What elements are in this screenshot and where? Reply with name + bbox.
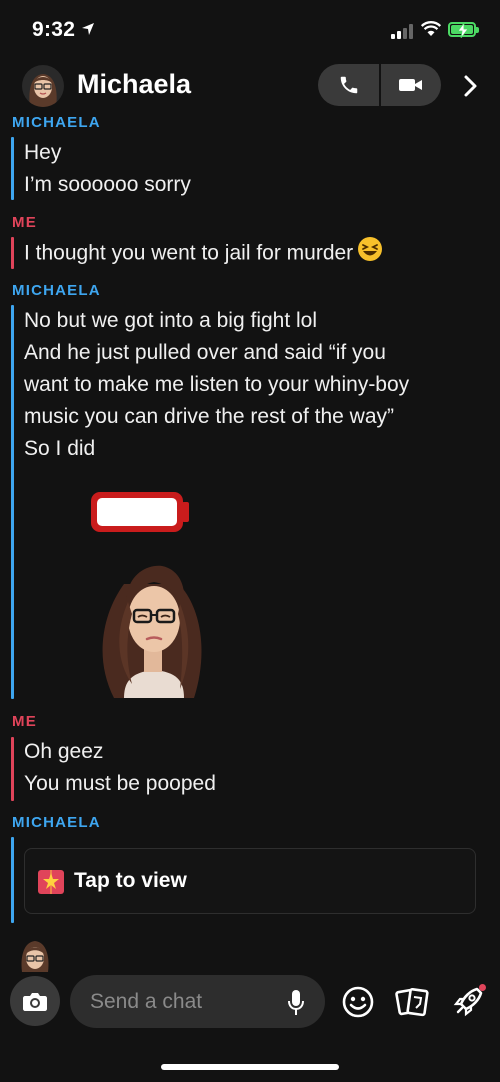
status-bar: 9:32 [0,0,500,60]
microphone-button[interactable] [285,989,307,1017]
home-indicator[interactable] [161,1064,339,1070]
message-text[interactable]: And he just pulled over and said “if you [24,337,386,369]
wifi-icon [420,21,442,42]
sender-label: MICHAELA [12,282,101,299]
camera-icon [23,993,47,1011]
voice-call-button[interactable] [318,64,379,106]
sticker-cards-icon [395,987,429,1017]
sender-label: ME [12,713,37,730]
laughing-face-emoji [357,236,383,272]
contact-avatar[interactable] [22,65,64,107]
video-call-button[interactable] [381,64,441,106]
message-text: I thought you went to jail for murder [24,241,354,265]
chevron-right-icon [464,75,477,97]
microphone-icon [288,990,304,1015]
bitmoji-sticker[interactable] [84,484,210,698]
sender-label: ME [12,214,37,231]
contact-name[interactable]: Michaela [77,69,191,100]
message-text[interactable]: Hey [24,137,61,169]
message-text[interactable]: Oh geez [24,736,103,768]
status-time: 9:32 [32,18,95,42]
snap-card[interactable]: Tap to view [24,848,476,914]
call-controls [318,64,441,106]
message-text[interactable]: I’m soooooo sorry [24,169,191,201]
stickers-button[interactable] [394,984,430,1020]
chat-header: Michaela [0,60,500,112]
time-text: 9:32 [32,18,76,41]
chat-thread: MICHAELA Hey I’m soooooo sorry ME I thou… [0,112,500,972]
message-text[interactable]: music you can drive the rest of the way” [24,401,394,433]
message-group-bar [11,237,14,269]
message-group-bar [11,137,14,200]
message-group-bar [11,737,14,801]
message-text[interactable]: No but we got into a big fight lol [24,305,317,337]
battery-charging-icon [448,22,479,38]
typing-bitmoji-avatar [16,938,54,972]
gift-snap-icon [37,869,65,900]
smiley-icon [342,986,374,1018]
message-text[interactable]: want to make me listen to your whiny-boy [24,369,409,401]
notification-dot [479,984,486,991]
video-camera-icon [399,79,422,91]
sender-label: MICHAELA [12,814,101,831]
cellular-signal-icon [391,24,413,39]
bitmoji-button[interactable] [340,984,376,1020]
message-row[interactable]: I thought you went to jail for murder [24,236,383,272]
message-group-bar [11,305,14,699]
snap-label: Tap to view [74,869,187,892]
phone-icon [340,76,357,94]
games-button[interactable] [450,982,488,1020]
location-arrow-icon [81,18,95,42]
sender-label: MICHAELA [12,114,101,131]
chat-composer [0,972,500,1032]
message-text[interactable]: You must be pooped [24,768,216,800]
more-options-button[interactable] [455,70,485,102]
message-text[interactable]: So I did [24,433,95,465]
camera-button[interactable] [10,976,60,1026]
message-group-bar [11,837,14,923]
